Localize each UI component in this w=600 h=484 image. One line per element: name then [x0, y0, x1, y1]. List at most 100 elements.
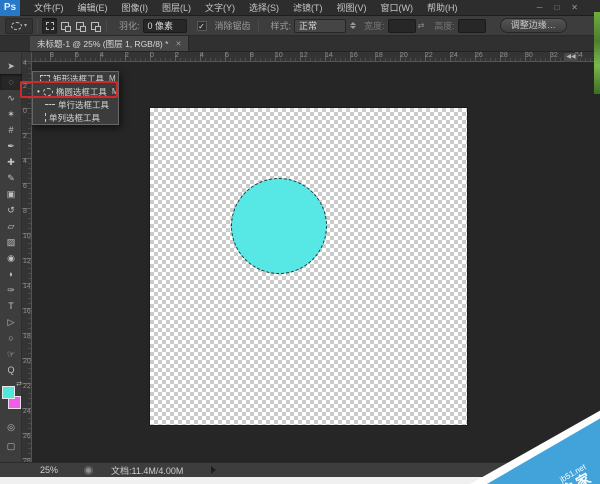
- color-swatches: ⇄: [0, 384, 22, 416]
- maximize-button[interactable]: □: [554, 1, 559, 15]
- gradient-tool[interactable]: ▨: [0, 234, 22, 250]
- single-row-marquee-icon: [45, 104, 55, 105]
- foreground-color-swatch[interactable]: [2, 386, 15, 399]
- width-input[interactable]: [388, 19, 416, 33]
- single-column-marquee-icon: [45, 113, 46, 122]
- ruler-label: 14: [23, 283, 31, 290]
- path-selection-tool[interactable]: ▷: [0, 314, 22, 330]
- quick-mask-button[interactable]: ◎: [0, 419, 22, 435]
- close-button[interactable]: ✕: [571, 1, 578, 15]
- ruler-label: 6: [225, 52, 229, 59]
- horizontal-ruler[interactable]: 86420246810121416182022242628303234: [32, 52, 600, 62]
- height-input[interactable]: [458, 19, 486, 33]
- flyout-item[interactable]: 单列选框工具: [33, 111, 118, 124]
- chevron-down-icon: ▾: [24, 22, 27, 29]
- shape-tool[interactable]: ○: [0, 330, 22, 346]
- ruler-label: 2: [175, 52, 179, 59]
- ruler-label: 6: [75, 52, 79, 59]
- ruler-label: 2: [125, 52, 129, 59]
- ruler-label: 14: [325, 52, 333, 59]
- document-tab[interactable]: 未标题-1 @ 25% (图层 1, RGB/8) * ✕: [30, 36, 189, 51]
- zoom-tool-icon: Q: [7, 366, 14, 375]
- green-edge-strip: [594, 12, 600, 94]
- brush-tool[interactable]: ✎: [0, 170, 22, 186]
- style-dropdown[interactable]: 正常: [294, 19, 346, 33]
- menu-item[interactable]: 选择(S): [243, 0, 285, 16]
- ruler-label: 16: [350, 52, 358, 59]
- menu-item[interactable]: 视图(V): [331, 0, 373, 16]
- ruler-label: 6: [23, 183, 27, 190]
- ruler-label: 4: [100, 52, 104, 59]
- options-bar: ▾ 羽化: 0 像素 ✓ 消除锯齿 样式: 正常 宽度: ⇄ 高度: 调整边缘…: [0, 16, 600, 36]
- stepper-arrows-icon[interactable]: [350, 22, 356, 29]
- ruler-label: 24: [23, 408, 31, 415]
- quick-selection-tool-icon: ✶: [7, 110, 15, 119]
- selection-circle[interactable]: [231, 178, 327, 274]
- zoom-tool[interactable]: Q: [0, 362, 22, 378]
- panel-collapse-button[interactable]: ◀◀: [564, 53, 578, 62]
- canvas-checkerboard[interactable]: [150, 108, 467, 425]
- move-tool[interactable]: ➤: [0, 58, 22, 74]
- dodge-tool[interactable]: ◗: [0, 266, 22, 282]
- status-options-arrow-icon[interactable]: [211, 466, 216, 474]
- pen-tool[interactable]: ✑: [0, 282, 22, 298]
- marquee-tool[interactable]: ◌: [0, 74, 22, 90]
- menu-item[interactable]: 文件(F): [28, 0, 70, 16]
- tab-close-icon[interactable]: ✕: [175, 40, 181, 48]
- menu-item[interactable]: 图层(L): [156, 0, 197, 16]
- eyedropper-tool[interactable]: ✒: [0, 138, 22, 154]
- lasso-tool[interactable]: ∿: [0, 90, 22, 106]
- vertical-ruler[interactable]: 420246810121416182022242628: [22, 62, 32, 462]
- eraser-tool[interactable]: ▱: [0, 218, 22, 234]
- type-tool[interactable]: T: [0, 298, 22, 314]
- anti-alias-checkbox[interactable]: ✓: [197, 21, 207, 31]
- separator: [258, 19, 259, 33]
- new-selection-button[interactable]: [42, 18, 57, 34]
- hand-tool-icon: ☞: [7, 350, 15, 359]
- history-brush-tool[interactable]: ↺: [0, 202, 22, 218]
- ruler-label: 4: [23, 158, 27, 165]
- marquee-tool-flyout: 矩形选框工具M•椭圆选框工具M单行选框工具单列选框工具: [32, 71, 119, 125]
- history-brush-tool-icon: ↺: [7, 206, 15, 215]
- ruler-label: 30: [525, 52, 533, 59]
- intersect-selection-icon: [91, 22, 99, 30]
- menu-item[interactable]: 文字(Y): [199, 0, 241, 16]
- zoom-level-field[interactable]: 25%: [40, 465, 58, 475]
- menu-item[interactable]: 图像(I): [116, 0, 155, 16]
- separator: [106, 19, 107, 33]
- bottom-strip: [0, 477, 600, 484]
- swap-colors-icon[interactable]: ⇄: [16, 380, 22, 388]
- ruler-label: 20: [23, 358, 31, 365]
- clone-stamp-tool[interactable]: ▣: [0, 186, 22, 202]
- link-dimensions-icon[interactable]: ⇄: [418, 21, 425, 30]
- blur-tool[interactable]: ◉: [0, 250, 22, 266]
- hand-tool[interactable]: ☞: [0, 346, 22, 362]
- menu-item[interactable]: 窗口(W): [375, 0, 420, 16]
- minimize-button[interactable]: ─: [537, 1, 543, 15]
- quick-selection-tool[interactable]: ✶: [0, 106, 22, 122]
- menu-item[interactable]: 帮助(H): [421, 0, 464, 16]
- ruler-label: 18: [23, 333, 31, 340]
- tool-flyout-items: 矩形选框工具M•椭圆选框工具M单行选框工具单列选框工具: [33, 72, 118, 124]
- type-tool-icon: T: [8, 302, 14, 311]
- blur-tool-icon: ◉: [7, 254, 15, 263]
- refine-edge-button[interactable]: 调整边缘…: [500, 18, 567, 33]
- crop-tool[interactable]: #: [0, 122, 22, 138]
- screen-mode-button[interactable]: ▢: [0, 438, 22, 454]
- healing-brush-tool[interactable]: ✚: [0, 154, 22, 170]
- ps-logo: Ps: [0, 0, 20, 16]
- ellipse-marquee-icon: [11, 22, 22, 30]
- add-to-selection-button[interactable]: [57, 18, 72, 34]
- ruler-label: 0: [150, 52, 154, 59]
- tool-preset-button[interactable]: ▾: [5, 18, 33, 34]
- shape-tool-icon: ○: [8, 334, 13, 343]
- ruler-label: 0: [23, 108, 27, 115]
- menu-item[interactable]: 滤镜(T): [287, 0, 329, 16]
- ruler-label: 8: [23, 208, 27, 215]
- intersect-selection-button[interactable]: [87, 18, 102, 34]
- flyout-item[interactable]: 单行选框工具: [33, 98, 118, 111]
- feather-input[interactable]: 0 像素: [143, 19, 187, 33]
- subtract-from-selection-button[interactable]: [72, 18, 87, 34]
- menu-item[interactable]: 编辑(E): [72, 0, 114, 16]
- ruler-label: 20: [400, 52, 408, 59]
